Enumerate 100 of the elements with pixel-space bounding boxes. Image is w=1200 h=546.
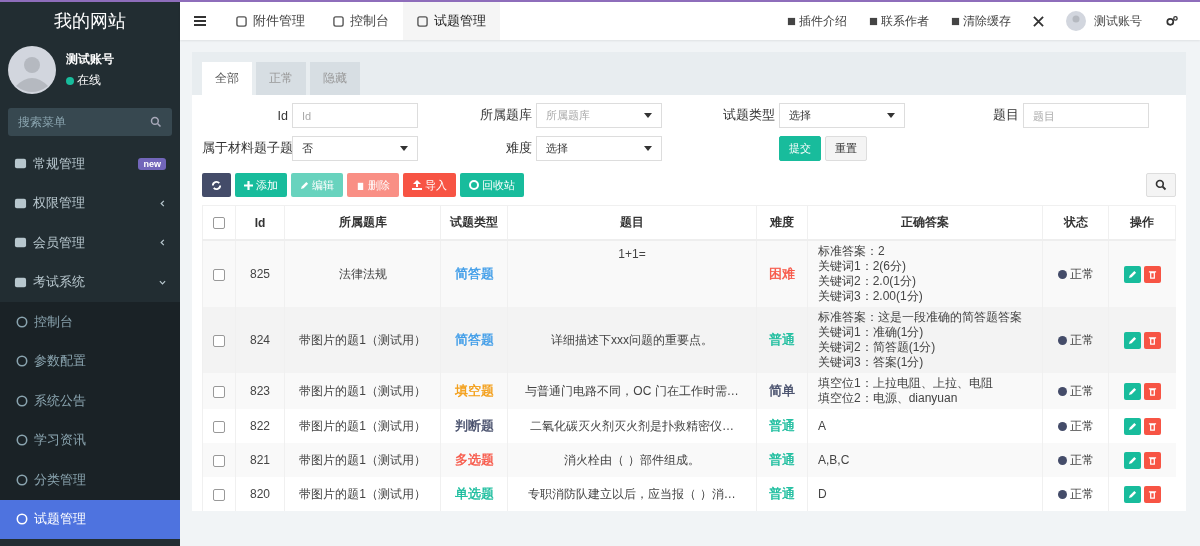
row-checkbox[interactable] — [213, 268, 225, 281]
menu-item[interactable]: 考试系统 — [0, 262, 180, 302]
status-dot-icon — [1057, 335, 1067, 345]
delete-button[interactable] — [1143, 451, 1161, 469]
difficulty-level: 普通 — [769, 418, 795, 433]
edit-button[interactable] — [1123, 417, 1141, 435]
status-text: 正常 — [1069, 485, 1094, 503]
pencil-icon — [1127, 455, 1137, 465]
table-cell: 带图片的题1（测试用） — [284, 373, 441, 409]
search-button[interactable] — [1146, 173, 1176, 197]
submenu-item[interactable]: 分类管理 — [0, 460, 180, 500]
row-checkbox[interactable] — [213, 334, 225, 347]
answer-line: A — [818, 418, 827, 434]
question-type: 简答题 — [454, 332, 494, 347]
answer-line: 标准答案：2 — [818, 244, 886, 259]
delete-button[interactable] — [1143, 265, 1161, 283]
table-cell: 消火栓由（ ）部件组成。 — [507, 443, 757, 477]
caret-icon — [159, 199, 166, 207]
delete-button[interactable] — [1143, 417, 1161, 435]
filter-label: 难度 — [504, 140, 532, 157]
row-checkbox[interactable] — [213, 488, 225, 501]
table-cell: 820 — [235, 477, 285, 511]
difficulty-level: 普通 — [769, 332, 795, 347]
header-link[interactable]: 联系作者 — [869, 12, 929, 30]
refresh-button[interactable] — [202, 173, 231, 197]
filter-select[interactable]: 否 — [292, 136, 418, 161]
question-type: 填空题 — [454, 383, 494, 398]
submenu-item[interactable]: 学习资讯 — [0, 420, 180, 460]
status-text: 正常 — [1069, 417, 1094, 435]
question-type: 判断题 — [454, 418, 494, 433]
delete-button[interactable] — [1143, 331, 1161, 349]
status-dot-icon — [1057, 269, 1067, 279]
row-checkbox[interactable] — [213, 420, 225, 433]
nav-tab[interactable]: 试题管理 — [403, 2, 500, 40]
row-checkbox[interactable] — [213, 454, 225, 467]
tab-icon — [417, 15, 428, 27]
user-status: 在线 — [77, 72, 101, 89]
filter-label: 所属题库 — [478, 107, 532, 124]
search-icon — [150, 116, 162, 128]
answer-line: 关键词3：答案(1分) — [818, 355, 925, 370]
delete-button[interactable] — [1143, 382, 1161, 400]
answer-line: 填空位1：上拉电阻、上拉、电阻 — [818, 376, 994, 391]
plus-icon — [244, 180, 253, 190]
filter-field[interactable]: Id — [292, 103, 418, 128]
row-checkbox[interactable] — [213, 385, 225, 398]
user-name[interactable]: 测试账号 — [1094, 12, 1142, 30]
answer-line: 标准答案：这是一段准确的简答题答案 — [818, 310, 1023, 325]
menu-item[interactable]: 权限管理 — [0, 183, 180, 223]
settings-icon[interactable] — [1166, 15, 1178, 27]
status-text: 正常 — [1069, 331, 1094, 349]
status-text: 正常 — [1069, 451, 1094, 469]
table-cell: 带图片的题1（测试用） — [284, 443, 441, 477]
new-badge: new — [138, 157, 166, 170]
answer-line: 关键词2：2.0(1分) — [818, 274, 918, 289]
menu-item[interactable]: 常规管理 new — [0, 144, 180, 184]
difficulty-level: 困难 — [769, 266, 795, 281]
delete-button[interactable] — [1143, 485, 1161, 503]
filter-field[interactable]: 题目 — [1022, 103, 1149, 128]
header-link[interactable]: 清除缓存 — [951, 12, 1011, 30]
table-cell: 与普通门电路不同，OC 门在工作时需… — [507, 373, 757, 409]
status-dot-icon — [1057, 489, 1067, 499]
table-cell: 专职消防队建立以后，应当报（ ）消… — [507, 477, 757, 511]
online-dot-icon — [66, 76, 74, 85]
submenu-item[interactable]: 控制台 — [0, 302, 180, 342]
table-cell: 823 — [235, 373, 285, 409]
difficulty-level: 普通 — [769, 452, 795, 467]
table-cell: 821 — [235, 443, 285, 477]
edit-button[interactable] — [1123, 485, 1141, 503]
caret-icon — [159, 239, 166, 247]
edit-button[interactable] — [1123, 382, 1141, 400]
answer-line: 填空位2：电源、dianyuan — [818, 391, 959, 406]
dropdown-caret-icon — [643, 146, 652, 151]
menu-item[interactable]: 会员管理 — [0, 223, 180, 263]
difficulty-level: 普通 — [769, 486, 795, 501]
filter-tab[interactable]: 全部 — [202, 62, 252, 95]
header-link[interactable]: 插件介绍 — [787, 12, 847, 30]
difficulty-level: 简单 — [769, 383, 795, 398]
answer-line: 关键词2：简答题(1分) — [818, 340, 937, 355]
question-type: 简答题 — [454, 266, 494, 281]
select-all-checkbox[interactable] — [213, 217, 225, 230]
filter-label: 试题类型 — [722, 107, 775, 124]
edit-button[interactable] — [1123, 265, 1141, 283]
filter-select[interactable]: 选择 — [535, 136, 662, 161]
tab-icon — [333, 15, 344, 27]
submenu-item[interactable]: 参数配置 — [0, 341, 180, 381]
edit-button[interactable] — [1123, 451, 1141, 469]
nav-tab[interactable]: 附件管理 — [222, 2, 319, 40]
filter-select[interactable]: 选择 — [779, 103, 905, 128]
reset-button[interactable]: 重置 — [825, 136, 867, 161]
menu-search-field[interactable]: 搜索菜单 — [8, 108, 172, 136]
edit-button[interactable] — [1123, 331, 1141, 349]
avatar-icon — [8, 46, 56, 94]
answer-line: 关键词3：2.00(1分) — [818, 289, 924, 304]
status-dot-icon — [1057, 386, 1067, 396]
refresh-icon — [211, 179, 222, 191]
submenu-item[interactable]: 试题管理 — [0, 499, 180, 539]
nav-tab[interactable]: 控制台 — [319, 2, 403, 40]
status-text: 正常 — [1069, 382, 1094, 400]
pencil-icon — [1127, 489, 1137, 499]
submenu-item[interactable]: 系统公告 — [0, 381, 180, 421]
